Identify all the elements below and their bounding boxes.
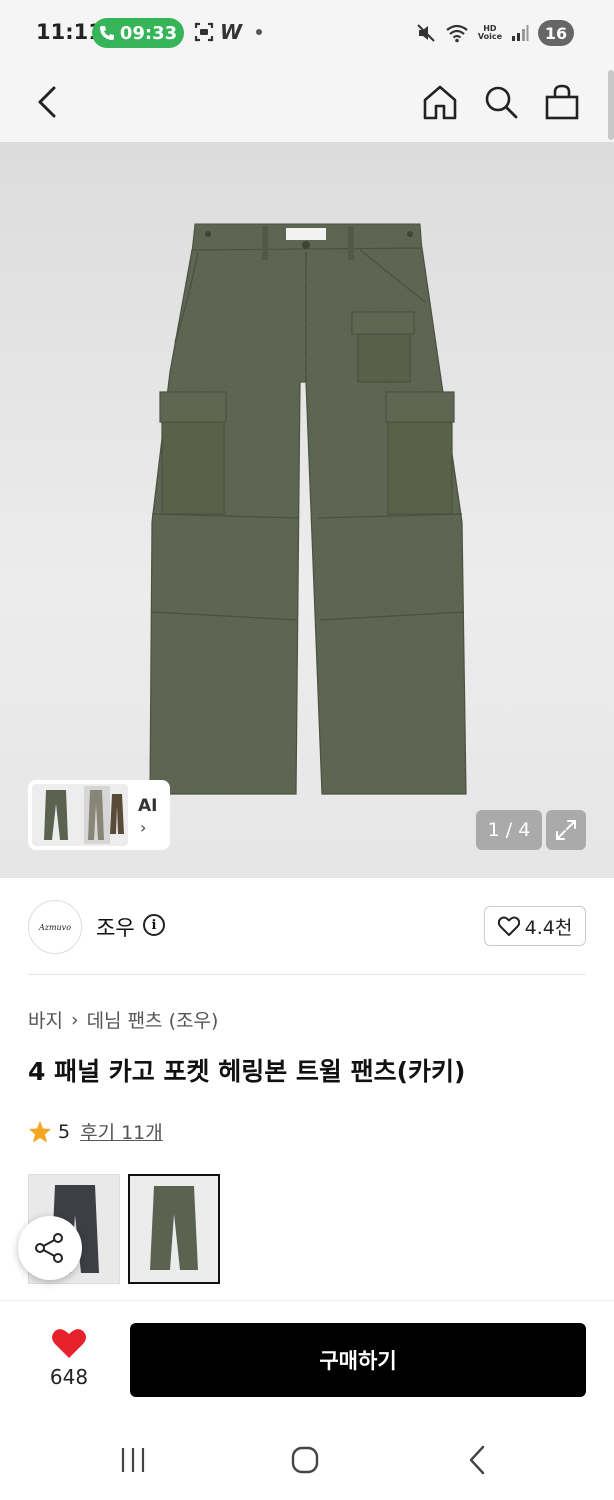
shopping-bag-icon (545, 84, 579, 120)
image-pager: 1 / 4 (476, 810, 542, 850)
ai-label: AI (138, 795, 158, 816)
breadcrumb-item[interactable]: 데님 팬츠 (조우) (87, 1006, 219, 1033)
mute-icon (417, 24, 435, 42)
product-image-gallery[interactable]: AI › 1 / 4 (0, 142, 614, 878)
reviews-link[interactable]: 후기 11개 (80, 1118, 163, 1145)
brand-row: Azmuvo 조우 i 4.4천 (0, 878, 614, 974)
wifi-icon (446, 24, 468, 43)
voice-label: Voice (477, 32, 502, 41)
brand-logo[interactable]: Azmuvo (28, 900, 82, 954)
info-icon[interactable]: i (143, 914, 165, 936)
back-button[interactable] (24, 78, 72, 126)
system-navigation-bar (0, 1418, 614, 1500)
system-back-button[interactable] (457, 1440, 497, 1480)
star-icon (29, 1120, 51, 1142)
back-icon (38, 86, 56, 118)
expand-icon (556, 820, 576, 840)
back-chevron-icon (469, 1445, 485, 1475)
share-button[interactable] (18, 1216, 82, 1280)
top-navigation (0, 64, 614, 142)
battery-indicator: 16 (538, 20, 574, 46)
product-title: 4 패널 카고 포켓 헤링본 트윌 팬츠(카키) (28, 1057, 466, 1086)
recent-apps-icon (121, 1448, 145, 1472)
ai-recommendation-card[interactable]: AI › (28, 780, 170, 850)
cart-button[interactable] (538, 78, 586, 126)
recent-apps-button[interactable] (113, 1440, 153, 1480)
signal-icon (512, 25, 529, 41)
notification-dot (256, 29, 262, 35)
home-circle-icon (291, 1446, 319, 1474)
brand-name[interactable]: 조우 (96, 912, 135, 942)
buy-button[interactable]: 구매하기 (130, 1323, 586, 1397)
search-icon (485, 86, 518, 119)
share-icon (35, 1233, 63, 1263)
purchase-bar: 648 구매하기 (0, 1300, 614, 1418)
variant-khaki[interactable] (128, 1174, 220, 1284)
chevron-right-icon: › (140, 817, 147, 837)
hd-voice-icon: HD Voice (478, 25, 502, 41)
expand-button[interactable] (546, 810, 586, 850)
scrollbar[interactable] (608, 70, 614, 140)
brand-logo-text: Azmuvo (38, 922, 72, 932)
rating-value: 5 (58, 1120, 71, 1143)
brand-like-button[interactable]: 4.4천 (484, 906, 586, 946)
wishlist-button[interactable]: 648 (38, 1327, 100, 1389)
ai-thumbnail (32, 784, 128, 846)
search-button[interactable] (477, 78, 525, 126)
home-icon (423, 85, 457, 120)
screen-record-icon (194, 22, 214, 42)
divider (28, 974, 586, 975)
rating-row: 5 후기 11개 (28, 1118, 163, 1145)
home-system-button[interactable] (285, 1440, 325, 1480)
heart-outline-icon (497, 916, 520, 936)
product-image (149, 223, 467, 795)
chevron-right-icon: › (70, 1008, 79, 1031)
phone-icon (99, 26, 114, 40)
app-indicator: W (220, 20, 243, 44)
home-button[interactable] (416, 78, 464, 126)
heart-filled-icon (52, 1329, 86, 1358)
wishlist-count: 648 (49, 1365, 89, 1389)
call-indicator[interactable]: 09:33 (92, 18, 184, 48)
breadcrumb-item[interactable]: 바지 (28, 1006, 63, 1033)
brand-like-count: 4.4천 (524, 916, 573, 939)
call-timer: 09:33 (119, 22, 178, 44)
breadcrumb: 바지 › 데님 팬츠 (조우) (28, 1006, 218, 1033)
status-bar: 11:11 09:33 W HD Voice 16 (0, 0, 614, 64)
